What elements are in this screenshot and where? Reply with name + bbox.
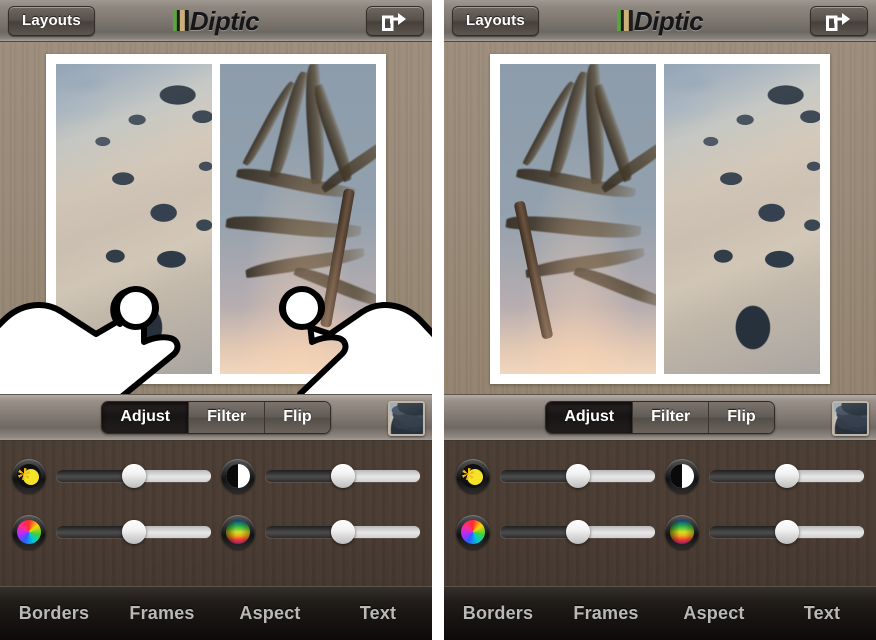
panel-after: Layouts Diptic Adjust Filter Flip Border…: [444, 0, 876, 640]
color-spectrum-icon[interactable]: [665, 515, 699, 549]
app-header: Layouts Diptic: [444, 0, 876, 42]
share-export-icon: [382, 11, 408, 31]
collage-cell-left[interactable]: [500, 64, 656, 374]
tab-flip[interactable]: Flip: [265, 402, 330, 433]
contrast-icon[interactable]: [221, 459, 255, 493]
color-spectrum-icon[interactable]: [221, 515, 255, 549]
temperature-slider-row: [665, 515, 864, 549]
saturation-slider-row: [456, 515, 655, 549]
app-title: Diptic: [189, 5, 260, 36]
nav-text[interactable]: Text: [768, 603, 876, 624]
tab-filter[interactable]: Filter: [633, 402, 710, 433]
contrast-slider-row: [665, 459, 864, 493]
saturation-slider[interactable]: [56, 520, 211, 544]
edit-mode-segmented-control: Adjust Filter Flip: [101, 401, 331, 434]
diptic-app-screenshot: Layouts Diptic Adjust Filter Flip Border…: [0, 0, 876, 640]
beach-rocks-photo: [56, 64, 212, 374]
share-button[interactable]: [810, 5, 868, 36]
collage-cell-right[interactable]: [220, 64, 376, 374]
tab-adjust[interactable]: Adjust: [102, 402, 190, 433]
share-export-icon: [826, 11, 852, 31]
beach-rocks-thumbnail: [834, 403, 867, 434]
brightness-slider-row: [12, 459, 211, 493]
preview-thumbnail-button[interactable]: [388, 401, 425, 436]
nav-frames[interactable]: Frames: [552, 603, 660, 624]
sun-icon[interactable]: [12, 459, 46, 493]
contrast-icon[interactable]: [665, 459, 699, 493]
contrast-slider[interactable]: [709, 464, 864, 488]
sun-icon[interactable]: [456, 459, 490, 493]
palm-tree-photo: [500, 64, 656, 374]
nav-text[interactable]: Text: [324, 603, 432, 624]
brightness-slider-row: [456, 459, 655, 493]
brightness-slider[interactable]: [500, 464, 655, 488]
bottom-navigation: Borders Frames Aspect Text: [444, 586, 876, 640]
adjust-sliders-panel: [444, 441, 876, 586]
contrast-slider-row: [221, 459, 420, 493]
nav-borders[interactable]: Borders: [444, 603, 552, 624]
nav-frames[interactable]: Frames: [108, 603, 216, 624]
adjust-sliders-panel: [0, 441, 432, 586]
edit-toolbar: Adjust Filter Flip: [444, 394, 876, 441]
nav-aspect[interactable]: Aspect: [660, 603, 768, 624]
brightness-slider[interactable]: [56, 464, 211, 488]
layouts-button[interactable]: Layouts: [452, 5, 539, 36]
contrast-slider[interactable]: [265, 464, 420, 488]
edit-toolbar: Adjust Filter Flip: [0, 394, 432, 441]
beach-rocks-photo: [664, 64, 820, 374]
layouts-button[interactable]: Layouts: [8, 5, 95, 36]
diptic-stripes-icon: [172, 10, 189, 31]
tab-adjust[interactable]: Adjust: [546, 402, 634, 433]
saturation-slider-row: [12, 515, 211, 549]
palm-tree-photo: [220, 64, 376, 374]
nav-aspect[interactable]: Aspect: [216, 603, 324, 624]
share-button[interactable]: [366, 5, 424, 36]
diptic-stripes-icon: [616, 10, 633, 31]
tab-filter[interactable]: Filter: [189, 402, 266, 433]
panel-before: Layouts Diptic Adjust Filter Flip Border…: [0, 0, 432, 640]
app-header: Layouts Diptic: [0, 0, 432, 42]
app-logo: Diptic: [616, 5, 704, 36]
collage-cell-left[interactable]: [56, 64, 212, 374]
edit-mode-segmented-control: Adjust Filter Flip: [545, 401, 775, 434]
temperature-slider[interactable]: [265, 520, 420, 544]
tab-flip[interactable]: Flip: [709, 402, 774, 433]
collage-frame: [46, 54, 386, 384]
collage-frame: [490, 54, 830, 384]
saturation-slider[interactable]: [500, 520, 655, 544]
nav-borders[interactable]: Borders: [0, 603, 108, 624]
color-wheel-icon[interactable]: [12, 515, 46, 549]
collage-canvas: [0, 42, 432, 394]
collage-cell-right[interactable]: [664, 64, 820, 374]
temperature-slider[interactable]: [709, 520, 864, 544]
preview-thumbnail-button[interactable]: [832, 401, 869, 436]
panel-divider: [432, 0, 444, 640]
app-logo: Diptic: [172, 5, 260, 36]
bottom-navigation: Borders Frames Aspect Text: [0, 586, 432, 640]
color-wheel-icon[interactable]: [456, 515, 490, 549]
beach-rocks-thumbnail: [390, 403, 423, 434]
collage-canvas: [444, 42, 876, 394]
app-title: Diptic: [633, 5, 704, 36]
temperature-slider-row: [221, 515, 420, 549]
